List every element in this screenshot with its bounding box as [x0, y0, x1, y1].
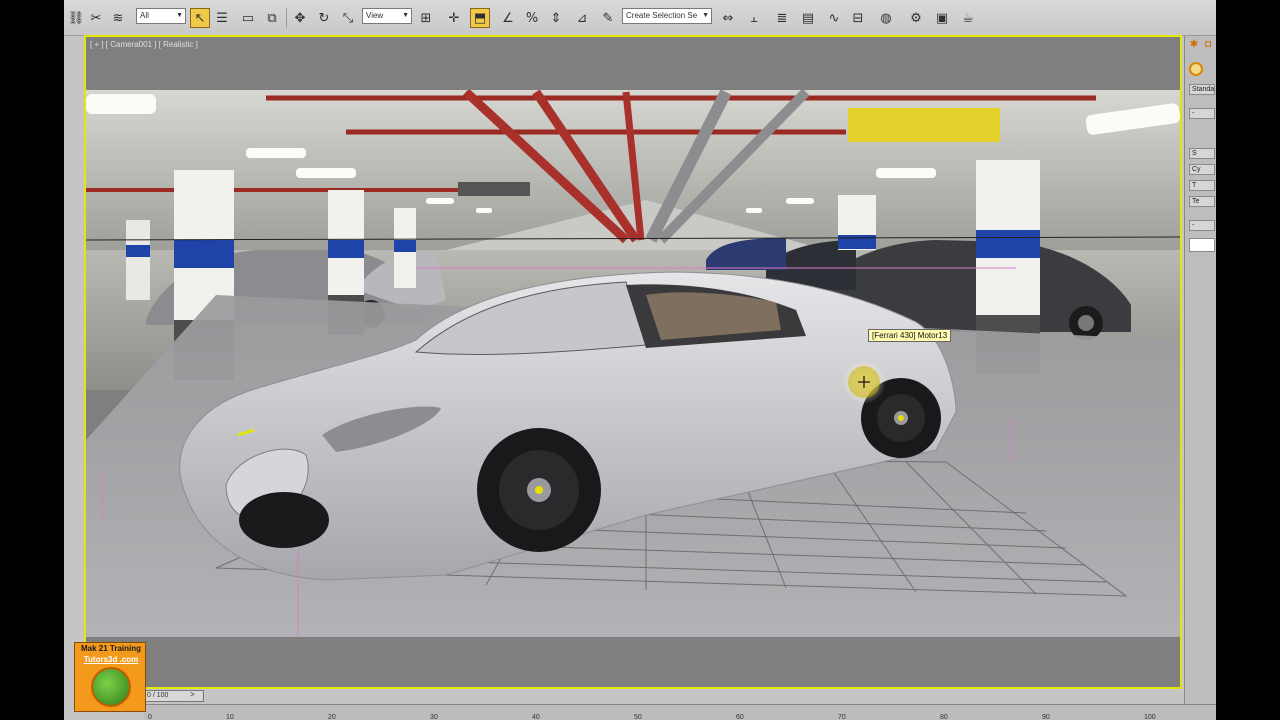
move-icon[interactable]: ✥ — [290, 8, 310, 28]
tick-label: 40 — [532, 714, 540, 720]
named-selection-placeholder: Create Selection Se — [626, 11, 698, 20]
render-icon[interactable]: ☕ — [958, 8, 978, 28]
tick-label: 100 — [1144, 714, 1156, 720]
command-panel: ✱ ◘ Standa - S Cy T Te - — [1184, 36, 1216, 720]
align-icon[interactable]: ⫠ — [744, 8, 764, 28]
percent-snap-icon[interactable]: % — [522, 8, 542, 28]
window-crossing-icon[interactable]: ⧉ — [262, 8, 282, 28]
reference-coord-dropdown[interactable]: View ▼ — [362, 8, 412, 24]
edit-named-sets-icon[interactable]: ✎ — [598, 8, 618, 28]
link-icon[interactable]: ⛓ — [66, 8, 86, 28]
camera-viewport[interactable]: [ + ] [ Camera001 ] [ Realistic ] [Ferra… — [84, 35, 1182, 689]
select-manipulate-icon[interactable]: ✛ — [444, 8, 464, 28]
object-type-sphere[interactable]: S — [1189, 148, 1215, 159]
schematic-view-icon[interactable]: ⊟ — [848, 8, 868, 28]
logo-line-1: Mak 21 Training — [80, 644, 142, 653]
primitives-dropdown[interactable]: Standa — [1189, 84, 1215, 95]
toolbar-divider — [286, 8, 287, 28]
rotate-icon[interactable]: ↻ — [314, 8, 334, 28]
curve-editor-icon[interactable]: ∿ — [824, 8, 844, 28]
selection-filter-value: All — [140, 11, 149, 20]
track-bar[interactable]: 0 10 20 30 40 50 60 70 80 90 100 — [144, 704, 1216, 720]
time-slider-frame: 0 / 100 — [147, 692, 169, 699]
tick-label: 90 — [1042, 714, 1050, 720]
chevron-down-icon: ▼ — [402, 12, 409, 19]
logo-line-2: Tutors3d .com — [83, 655, 139, 664]
tick-label: 50 — [634, 714, 642, 720]
yellow-sign — [848, 108, 1000, 142]
rendered-scene — [86, 90, 1180, 637]
object-type-torus[interactable]: T — [1189, 180, 1215, 191]
tick-label: 80 — [940, 714, 948, 720]
angle-lock-icon[interactable]: ⊿ — [572, 8, 592, 28]
select-object-icon[interactable]: ↖ — [190, 8, 210, 28]
pivot-icon[interactable]: ⊞ — [416, 8, 436, 28]
globe-icon — [91, 667, 131, 707]
tick-label: 20 — [328, 714, 336, 720]
scale-icon[interactable]: ⤡ — [338, 8, 358, 28]
render-setup-icon[interactable]: ⚙ — [906, 8, 926, 28]
tick-label: 60 — [736, 714, 744, 720]
rendered-frame-icon[interactable]: ▣ — [932, 8, 952, 28]
tick-label: 0 — [148, 714, 152, 720]
training-logo: Mak 21 Training Tutors3d .com — [74, 642, 146, 712]
main-toolbar: ⛓ ✂ ≋ All ▼ ↖ ☰ ▭ ⧉ ✥ ↻ ⤡ View ▼ ⊞ ✛ ⬒ ∠… — [64, 0, 1216, 36]
letterbox-right — [1216, 0, 1280, 720]
mirror-icon[interactable]: ⇔ — [718, 8, 738, 28]
graphite-icon[interactable]: ▤ — [798, 8, 818, 28]
create-tab-icon[interactable]: ✱ — [1188, 39, 1200, 51]
select-by-name-icon[interactable]: ☰ — [212, 8, 232, 28]
spinner-snap-icon[interactable]: ⇕ — [546, 8, 566, 28]
max-window: ⛓ ✂ ≋ All ▼ ↖ ☰ ▭ ⧉ ✥ ↻ ⤡ View ▼ ⊞ ✛ ⬒ ∠… — [64, 0, 1216, 720]
tick-label: 70 — [838, 714, 846, 720]
selection-filter-dropdown[interactable]: All ▼ — [136, 8, 186, 24]
snaps-toggle-icon[interactable]: ⬒ — [470, 8, 490, 28]
object-type-cylinder[interactable]: Cy — [1189, 164, 1215, 175]
named-selection-dropdown[interactable]: Create Selection Se ▼ — [622, 8, 712, 24]
exit-sign — [458, 182, 530, 196]
material-editor-icon[interactable]: ◍ — [876, 8, 896, 28]
layer-manager-icon[interactable]: ≣ — [772, 8, 792, 28]
viewport-label[interactable]: [ + ] [ Camera001 ] [ Realistic ] — [90, 40, 198, 49]
angle-snap-icon[interactable]: ∠ — [498, 8, 518, 28]
chevron-down-icon: ▼ — [702, 12, 709, 19]
letterbox-left — [0, 0, 64, 720]
unlink-icon[interactable]: ✂ — [86, 8, 106, 28]
bind-spacewarp-icon[interactable]: ≋ — [108, 8, 128, 28]
modify-tab-icon[interactable]: ◘ — [1202, 39, 1214, 51]
time-next-button[interactable]: > — [190, 690, 200, 702]
rollout-header[interactable]: - — [1189, 108, 1215, 119]
reference-coord-value: View — [366, 11, 384, 20]
rect-selection-icon[interactable]: ▭ — [238, 8, 258, 28]
object-type-teapot[interactable]: Te — [1189, 196, 1215, 207]
geometry-category-icon[interactable] — [1189, 62, 1203, 76]
tick-label: 10 — [226, 714, 234, 720]
rollout-header-2[interactable]: - — [1189, 220, 1215, 231]
tick-label: 30 — [430, 714, 438, 720]
object-tooltip: [Ferrari 430] Motor13 — [868, 329, 952, 342]
name-field[interactable] — [1189, 238, 1215, 252]
chevron-down-icon: ▼ — [176, 12, 183, 19]
